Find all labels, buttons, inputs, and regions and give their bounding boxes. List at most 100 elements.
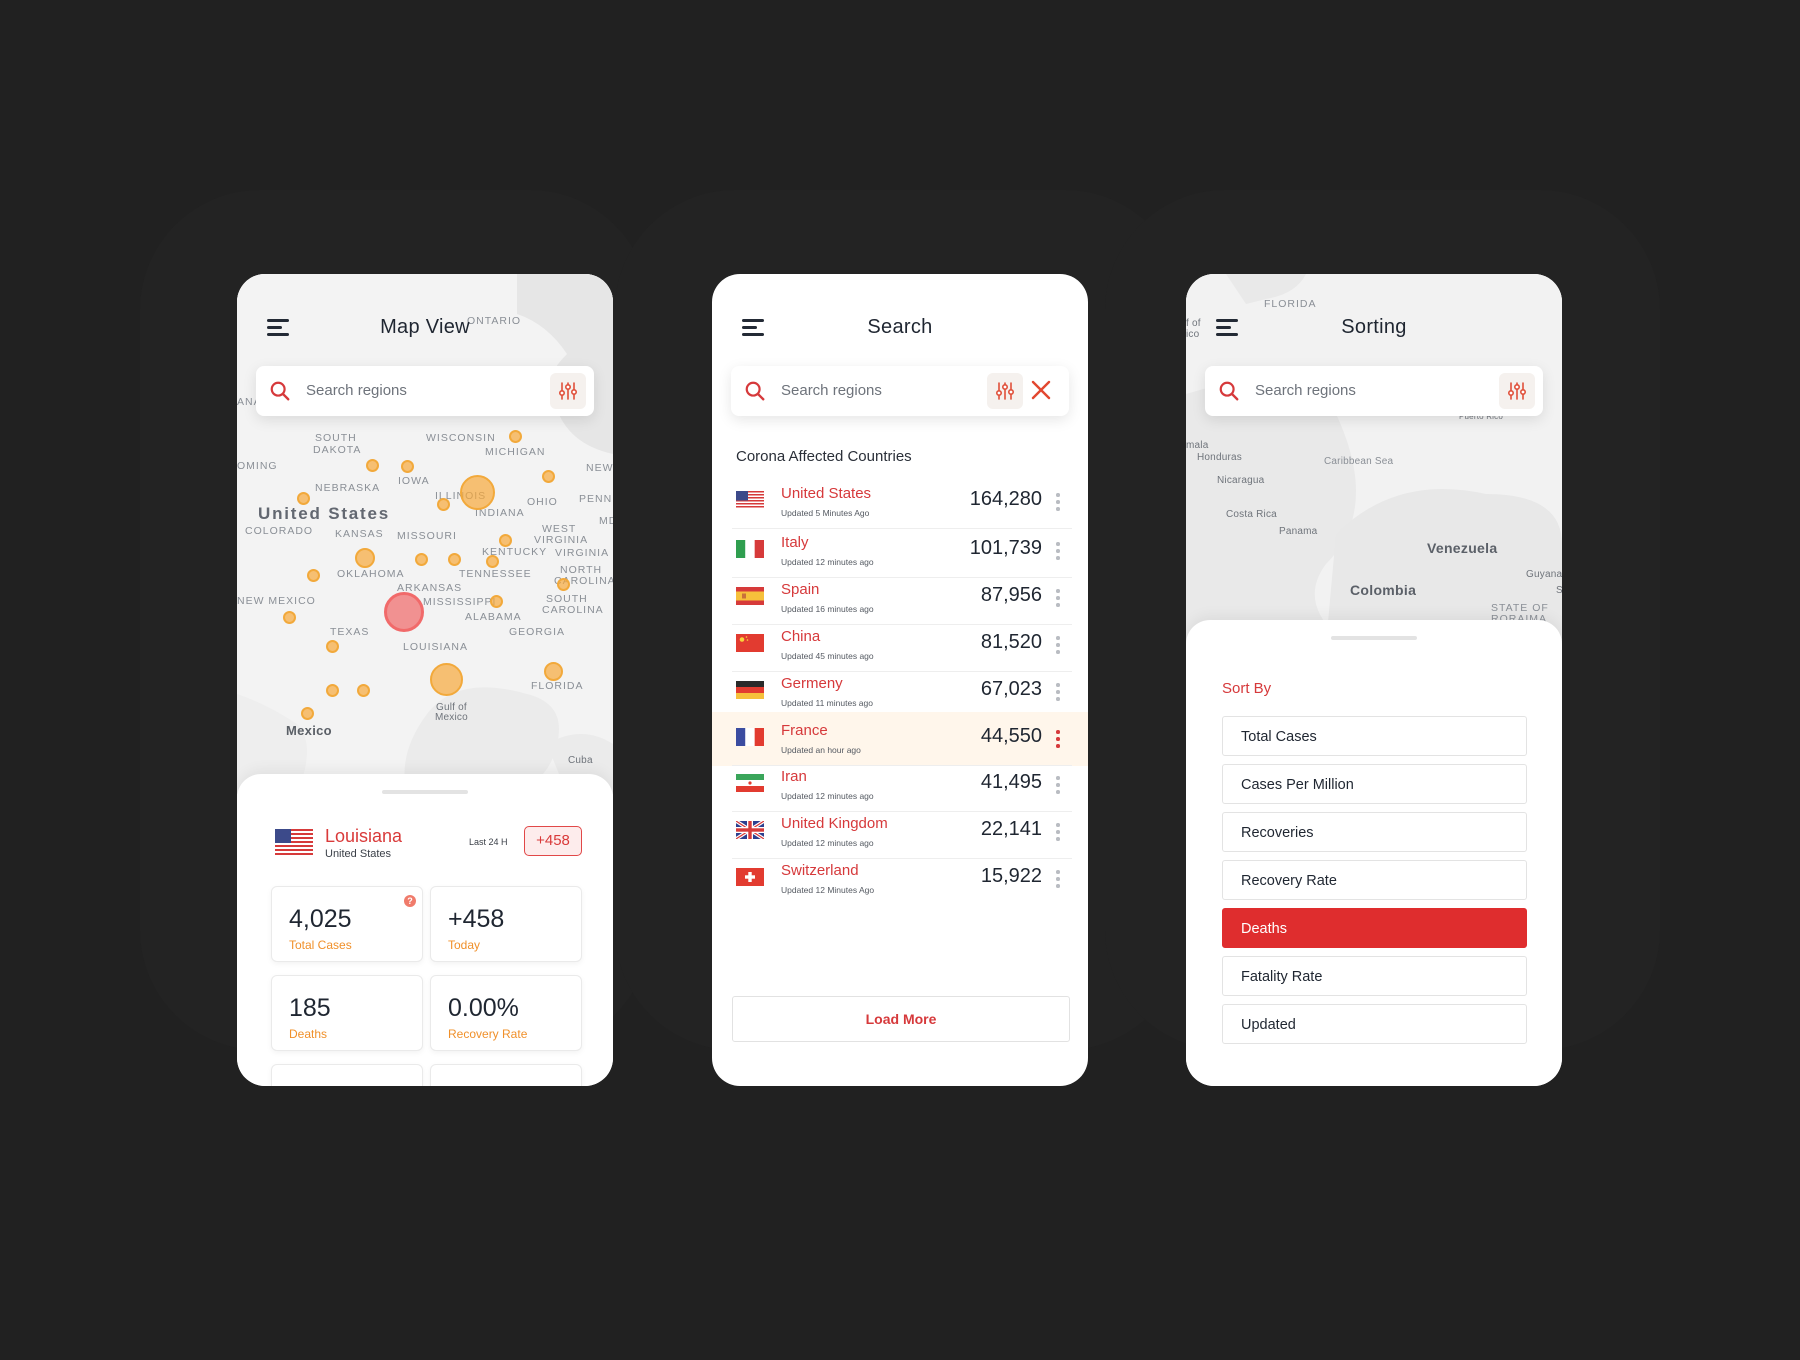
- map-marker[interactable]: [448, 553, 461, 566]
- case-count: 87,956: [980, 584, 1042, 606]
- country-name: France: [781, 722, 828, 739]
- search-input[interactable]: Search regions: [781, 382, 882, 399]
- sheet-handle[interactable]: [382, 790, 468, 794]
- filter-sliders-icon: [1507, 382, 1527, 400]
- map-marker[interactable]: [301, 707, 314, 720]
- map-label-gulf-2: Mexico: [435, 712, 468, 723]
- more-options-icon[interactable]: [1055, 730, 1061, 748]
- map-label-oklahoma: OKLAHOMA: [337, 568, 405, 580]
- more-options-icon[interactable]: [1055, 870, 1061, 888]
- map-marker[interactable]: [509, 430, 522, 443]
- search-input[interactable]: Search regions: [306, 382, 407, 399]
- close-icon[interactable]: [1029, 378, 1053, 402]
- country-row[interactable]: Iran Updated 12 minutes ago 41,495: [712, 758, 1088, 812]
- us-flag-icon: [736, 491, 764, 509]
- country-row[interactable]: Spain Updated 16 minutes ago 87,956: [712, 571, 1088, 625]
- map-marker[interactable]: [499, 534, 512, 547]
- map-marker[interactable]: [326, 684, 339, 697]
- search-bar[interactable]: Search regions: [731, 366, 1069, 416]
- stat-card-deaths[interactable]: 185 Deaths: [271, 975, 423, 1051]
- case-count: 101,739: [969, 537, 1042, 559]
- stat-value: 0.00%: [448, 994, 519, 1022]
- map-marker[interactable]: [490, 595, 503, 608]
- country-row[interactable]: Germeny Updated 11 minutes ago 67,023: [712, 665, 1088, 719]
- country-name: Switzerland: [781, 862, 859, 879]
- header: Map View: [237, 302, 613, 354]
- map-marker[interactable]: [357, 684, 370, 697]
- map-label-new: NEW: [586, 462, 613, 474]
- map-label-west-virginia-2: VIRGINIA: [534, 534, 589, 546]
- more-options-icon[interactable]: [1055, 493, 1061, 511]
- sheet-handle[interactable]: [1331, 636, 1417, 640]
- sort-option-updated[interactable]: Updated: [1222, 1004, 1527, 1044]
- map-marker[interactable]: [355, 548, 375, 568]
- sort-option-cases-per-million[interactable]: Cases Per Million: [1222, 764, 1527, 804]
- stat-value: 4,025: [289, 905, 352, 933]
- filter-button[interactable]: [550, 373, 586, 409]
- map-label-honduras: Honduras: [1197, 452, 1242, 463]
- more-options-icon[interactable]: [1055, 636, 1061, 654]
- map-marker[interactable]: [544, 662, 563, 681]
- map-marker[interactable]: [437, 498, 450, 511]
- map-marker[interactable]: [366, 459, 379, 472]
- stat-card-today[interactable]: +458 Today: [430, 886, 582, 962]
- map-marker-large[interactable]: [430, 663, 463, 696]
- stat-card-recovery-rate[interactable]: 0.00% Recovery Rate: [430, 975, 582, 1051]
- map-label-united-states: United States: [258, 504, 391, 523]
- more-options-icon[interactable]: [1055, 823, 1061, 841]
- location-country: United States: [325, 848, 392, 860]
- country-row[interactable]: United States Updated 5 Minutes Ago 164,28…: [712, 475, 1088, 529]
- search-input[interactable]: Search regions: [1255, 382, 1356, 399]
- map-marker[interactable]: [307, 569, 320, 582]
- location-sheet: Louisiana United States Last 24 H +458 4…: [237, 774, 613, 1086]
- cn-flag-icon: [736, 634, 764, 652]
- map-marker[interactable]: [415, 553, 428, 566]
- map-marker[interactable]: [283, 611, 296, 624]
- filter-button[interactable]: [987, 373, 1023, 409]
- map-marker[interactable]: [297, 492, 310, 505]
- today-badge: +458: [524, 826, 582, 856]
- case-count: 67,023: [980, 678, 1042, 700]
- sort-by-title: Sort By: [1222, 680, 1272, 697]
- map-label-costa-rica: Costa Rica: [1226, 509, 1277, 520]
- country-row[interactable]: Switzerland Updated 12 Minutes Ago 15,922: [712, 852, 1088, 906]
- stat-card-partial[interactable]: [271, 1064, 423, 1086]
- country-row[interactable]: China Updated 45 minutes ago 81,520: [712, 618, 1088, 672]
- es-flag-icon: [736, 587, 764, 605]
- sort-option-fatality-rate[interactable]: Fatality Rate: [1222, 956, 1527, 996]
- map-marker-selected[interactable]: [384, 592, 424, 632]
- last-24h-label: Last 24 H: [469, 837, 508, 847]
- load-more-button[interactable]: Load More: [732, 996, 1070, 1042]
- map-marker[interactable]: [401, 460, 414, 473]
- country-name: Germeny: [781, 675, 843, 692]
- more-options-icon[interactable]: [1055, 683, 1061, 701]
- case-count: 22,141: [980, 818, 1042, 840]
- filter-button[interactable]: [1499, 373, 1535, 409]
- map-marker-large[interactable]: [460, 475, 495, 510]
- country-row[interactable]: Italy Updated 12 minutes ago 101,739: [712, 524, 1088, 578]
- country-row[interactable]: United Kingdom Updated 12 minutes ago 22,1…: [712, 805, 1088, 859]
- country-name: Italy: [781, 534, 809, 551]
- map-marker[interactable]: [542, 470, 555, 483]
- search-bar[interactable]: Search regions: [256, 366, 594, 416]
- map-label-md: MD: [599, 515, 613, 527]
- map-label-new-mexico: NEW MEXICO: [237, 595, 316, 607]
- more-options-icon[interactable]: [1055, 776, 1061, 794]
- updated-time: Updated 12 Minutes Ago: [781, 885, 875, 895]
- sort-option-total-cases[interactable]: Total Cases: [1222, 716, 1527, 756]
- updated-time: Updated an hour ago: [781, 745, 861, 755]
- map-label-wisconsin: WISCONSIN: [426, 432, 496, 444]
- map-marker[interactable]: [557, 578, 570, 591]
- map-marker[interactable]: [326, 640, 339, 653]
- sort-option-recovery-rate[interactable]: Recovery Rate: [1222, 860, 1527, 900]
- search-bar[interactable]: Search regions: [1205, 366, 1543, 416]
- sort-option-recoveries[interactable]: Recoveries: [1222, 812, 1527, 852]
- stat-card-total-cases[interactable]: 4,025 Total Cases ?: [271, 886, 423, 962]
- info-icon[interactable]: ?: [404, 895, 416, 907]
- stat-card-partial[interactable]: [430, 1064, 582, 1086]
- more-options-icon[interactable]: [1055, 542, 1061, 560]
- more-options-icon[interactable]: [1055, 589, 1061, 607]
- sort-option-deaths[interactable]: Deaths: [1222, 908, 1527, 948]
- map-label-iowa: IOWA: [398, 475, 430, 487]
- map-marker[interactable]: [486, 555, 499, 568]
